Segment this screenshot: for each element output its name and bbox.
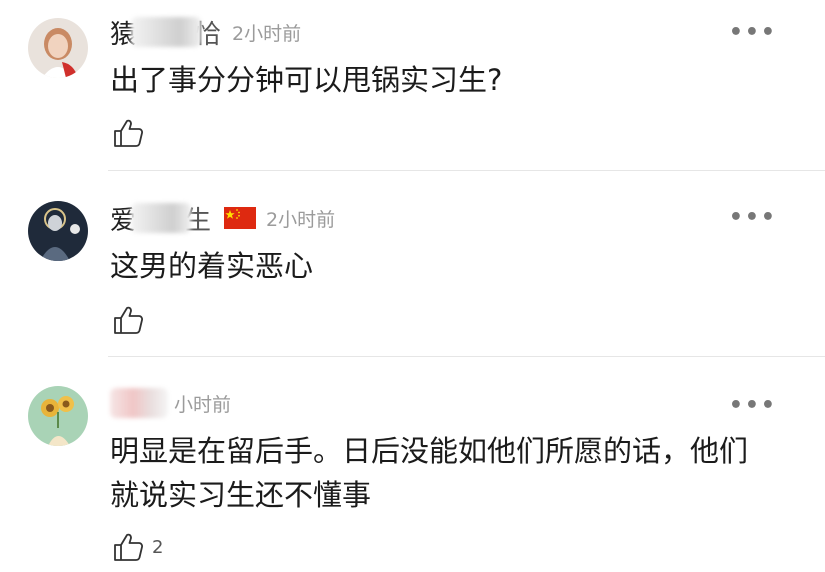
username-redacted xyxy=(131,17,202,47)
username-row: 爱 生 2小时前 xyxy=(110,200,335,236)
comment-item: 爱 生 2小时前 ••• 这男的着实恶心 xyxy=(0,171,825,356)
more-dots-icon[interactable]: ••• xyxy=(729,393,777,418)
comment-item: 猿 恰 2小时前 ••• 出了事分分钟可以甩锅实习生? xyxy=(0,0,825,170)
username-redacted xyxy=(110,388,168,418)
like-button[interactable] xyxy=(112,304,152,336)
avatar[interactable] xyxy=(28,201,88,261)
thumbs-up-icon xyxy=(112,117,144,149)
username-row: 小时前 xyxy=(110,385,231,421)
comment-time: 2小时前 xyxy=(232,22,302,45)
comment-text: 出了事分分钟可以甩锅实习生? xyxy=(110,63,503,97)
comment-item: 小时前 ••• 明显是在留后手。日后没能如他们所愿的话，他们 就说实习生还不懂事… xyxy=(0,357,825,572)
avatar[interactable] xyxy=(28,386,88,446)
username-row: 猿 恰 2小时前 xyxy=(110,14,301,50)
comment-text: 这男的着实恶心 xyxy=(110,249,314,283)
comment-text: 明显是在留后手。日后没能如他们所愿的话，他们 就说实习生还不懂事 xyxy=(110,429,800,517)
like-button[interactable] xyxy=(112,117,152,149)
comment-time: 2小时前 xyxy=(266,208,336,231)
avatar[interactable] xyxy=(28,18,88,78)
like-button[interactable]: 2 xyxy=(112,531,163,563)
comment-time: 小时前 xyxy=(174,393,232,416)
like-count: 2 xyxy=(152,536,164,558)
more-dots-icon[interactable]: ••• xyxy=(729,20,777,45)
username-redacted xyxy=(131,203,192,233)
china-flag-icon xyxy=(224,207,257,229)
more-dots-icon[interactable]: ••• xyxy=(729,205,777,230)
comment-text-line: 就说实习生还不懂事 xyxy=(110,478,372,512)
thumbs-up-icon xyxy=(112,531,144,563)
comment-text-line: 明显是在留后手。日后没能如他们所愿的话，他们 xyxy=(110,434,749,468)
thumbs-up-icon xyxy=(112,304,144,336)
